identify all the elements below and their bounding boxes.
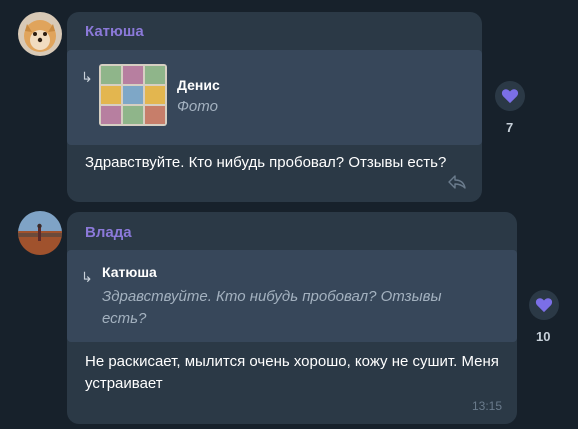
landscape-avatar-icon xyxy=(18,211,62,255)
heart-icon xyxy=(501,89,519,104)
sender-name[interactable]: Катюша xyxy=(85,23,144,40)
reply-arrow-icon: ↳ xyxy=(81,69,93,85)
reaction-count: 7 xyxy=(506,120,514,135)
reply-author-name: Денис xyxy=(177,77,220,93)
reply-preview[interactable]: ↳ Катюша Здравствуйте. Кто нибудь пробов… xyxy=(67,250,517,342)
dog-avatar-icon xyxy=(18,12,62,56)
avatar-katyusha[interactable] xyxy=(18,12,62,56)
reaction-count: 10 xyxy=(536,329,551,344)
message-text: Здравствуйте. Кто нибудь пробовал? Отзыв… xyxy=(85,154,447,171)
reply-text: Здравствуйте. Кто нибудь пробовал? Отзыв… xyxy=(102,288,442,327)
sender-name[interactable]: Влада xyxy=(85,224,132,241)
reply-preview[interactable]: ↳ Денис Фото xyxy=(67,50,482,145)
photo-thumbnail[interactable] xyxy=(99,64,167,126)
reply-author-name: Катюша xyxy=(102,264,157,280)
message-bubble-2[interactable]: Влада ↳ Катюша Здравствуйте. Кто нибудь … xyxy=(67,212,517,424)
photo-icon xyxy=(99,64,167,126)
avatar-vlada[interactable] xyxy=(18,211,62,255)
message-time: 13:15 xyxy=(472,399,503,413)
reply-text: Фото xyxy=(177,98,218,115)
reply-arrow-icon: ↳ xyxy=(81,269,93,285)
reaction-heart-button[interactable] xyxy=(495,81,525,111)
heart-icon xyxy=(535,298,553,313)
share-icon[interactable] xyxy=(447,174,467,190)
message-text: Не раскисает, мылится очень хорошо, кожу… xyxy=(85,353,499,392)
reaction-heart-button[interactable] xyxy=(529,290,559,320)
message-bubble-1[interactable]: Катюша ↳ Денис Фото Здравствуйте. Кто ни… xyxy=(67,12,482,202)
